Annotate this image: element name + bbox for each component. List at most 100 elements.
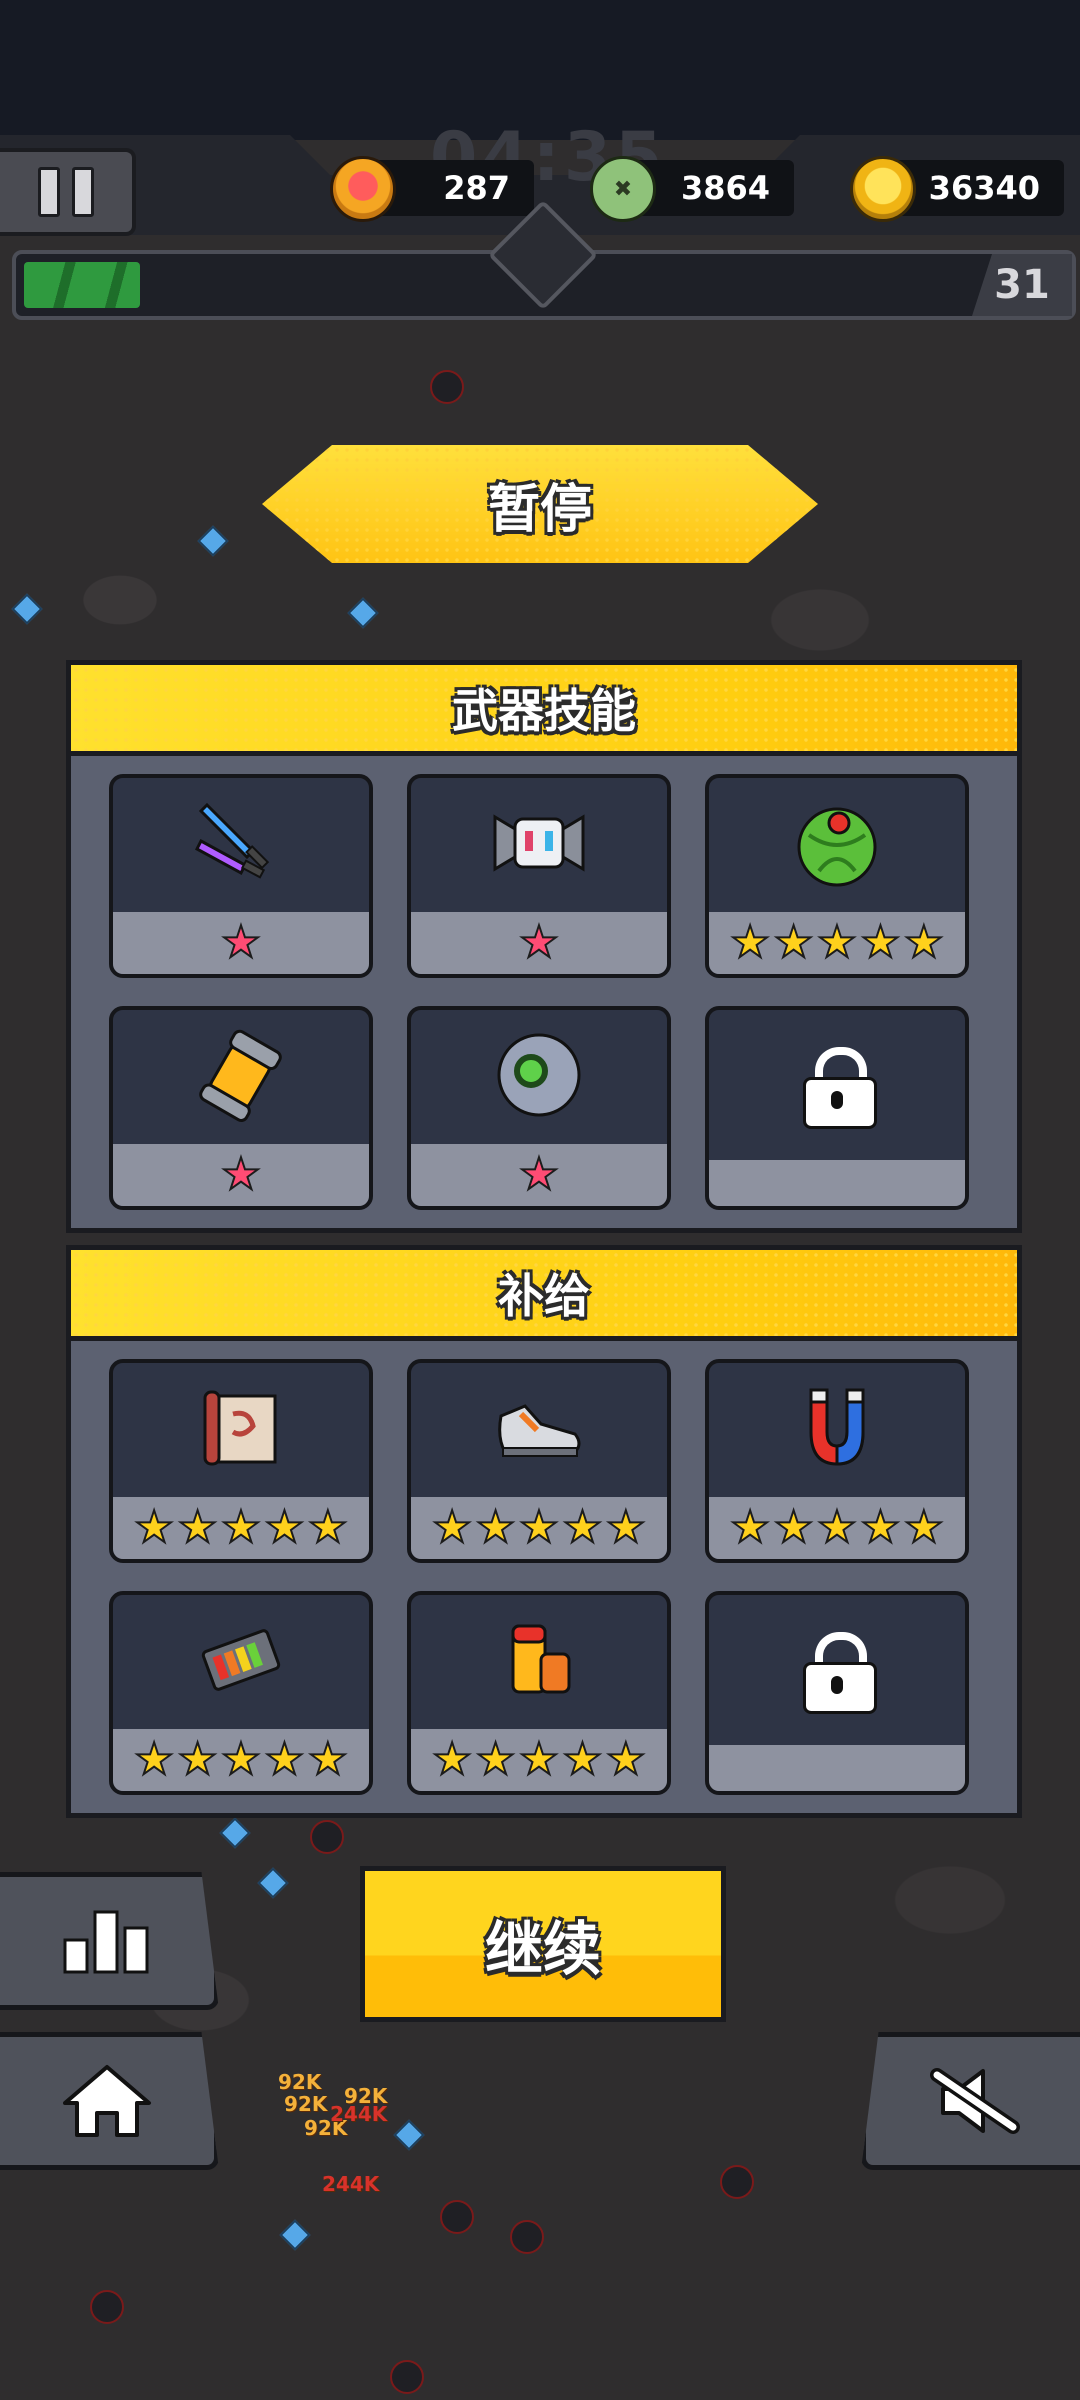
star-icon: ★ [605,1734,646,1785]
grey-orb-icon [411,1010,667,1140]
star-rating: ★ [411,912,667,974]
weapon-skill-slot[interactable]: ★ [109,774,373,978]
star-icon: ★ [729,1502,770,1553]
star-icon: ★ [562,1502,603,1553]
damage-number: 244K [330,2102,388,2126]
kill-value: 3864 [680,169,770,207]
star-icon: ★ [220,1502,261,1553]
supply-slot[interactable]: ★ ★ ★ ★ ★ [407,1591,671,1795]
supply-slot[interactable]: ★ ★ ★ ★ ★ [705,1359,969,1563]
damage-number: 92K [278,2070,322,2094]
damage-number: 92K [284,2092,328,2116]
supply-slot[interactable] [705,1591,969,1795]
star-icon: ★ [431,1734,472,1785]
star-icon: ★ [773,917,814,968]
battery-pack-icon [113,1595,369,1725]
star-icon: ★ [903,917,944,968]
fuel-canister-icon [113,1010,369,1140]
supplies-header: 补给 [71,1250,1017,1341]
star-icon: ★ [307,1502,348,1553]
coin-value: 36340 [928,169,1040,207]
star-icon: ★ [475,1502,516,1553]
enemy-sprite [510,2220,544,2254]
continue-button[interactable]: 继续 [360,1866,726,2022]
heart-icon [330,156,396,222]
pause-title-banner: 暂停 [262,445,818,563]
star-icon: ★ [220,1734,261,1785]
star-icon: ★ [307,1734,348,1785]
pause-icon [72,167,94,217]
star-rating [709,1745,965,1791]
stats-button[interactable] [0,1872,219,2010]
weapon-skills-title: 武器技能 [452,684,636,738]
star-rating: ★ [113,912,369,974]
green-ball-icon [709,778,965,908]
magnet-icon [709,1363,965,1493]
lock-icon [709,1595,965,1745]
enemy-sprite [90,2290,124,2324]
star-icon: ★ [177,1502,218,1553]
star-rating: ★ ★ ★ ★ ★ [411,1729,667,1791]
star-icon: ★ [605,1502,646,1553]
supply-slot[interactable]: ★ ★ ★ ★ ★ [109,1591,373,1795]
weapon-skills-panel: 武器技能 ★ ★ ★ ★ ★ ★ ★ ★ ★ [66,660,1022,1233]
enemy-sprite [310,1820,344,1854]
bar-chart-icon [63,1910,149,1974]
enemy-sprite [720,2165,754,2199]
star-icon: ★ [220,1149,261,1200]
star-icon: ★ [220,917,261,968]
energy-drink-icon [411,1595,667,1725]
supplies-panel: 补给 ★ ★ ★ ★ ★ ★ ★ ★ ★ ★ ★ ★ ★ ★ ★ ★ ★ ★ ★ ★ ★ ★ ★ ★ ★ [66,1245,1022,1818]
star-icon: ★ [264,1502,305,1553]
home-icon [63,2065,151,2137]
star-icon: ★ [860,1502,901,1553]
star-icon: ★ [903,1502,944,1553]
star-icon: ★ [177,1734,218,1785]
enemy-sprite [440,2200,474,2234]
dual-swords-icon [113,778,369,908]
lock-icon [709,1010,965,1160]
continue-label: 继续 [484,1915,601,1983]
star-rating: ★ ★ ★ ★ ★ [709,1497,965,1559]
weapon-skill-slot[interactable]: ★ [407,774,671,978]
star-rating: ★ [411,1144,667,1206]
weapon-skill-grid: ★ ★ ★ ★ ★ ★ ★ ★ ★ [71,756,1017,1228]
star-rating: ★ ★ ★ ★ ★ [709,912,965,974]
star-icon: ★ [518,1149,559,1200]
hp-value: 287 [443,169,510,207]
weapon-skill-slot[interactable]: ★ [407,1006,671,1210]
star-icon: ★ [562,1734,603,1785]
supply-slot[interactable]: ★ ★ ★ ★ ★ [407,1359,671,1563]
pause-button[interactable] [0,148,136,236]
star-icon: ★ [518,1502,559,1553]
star-rating: ★ [113,1144,369,1206]
star-icon: ★ [773,1502,814,1553]
xp-bar-fill [24,262,141,308]
zombie-skull-icon: ✖ [590,156,656,222]
supplies-title: 补给 [498,1269,590,1323]
star-rating: ★ ★ ★ ★ ★ [411,1497,667,1559]
pause-icon [38,167,60,217]
star-icon: ★ [729,917,770,968]
weapon-skill-slot[interactable]: ★ [109,1006,373,1210]
star-icon: ★ [133,1502,174,1553]
sound-toggle-button[interactable] [861,2032,1080,2170]
star-rating: ★ ★ ★ ★ ★ [113,1729,369,1791]
gold-coin-icon [850,156,916,222]
star-rating: ★ ★ ★ ★ ★ [113,1497,369,1559]
pause-title: 暂停 [487,479,592,540]
enemy-sprite [430,370,464,404]
scroll-icon [113,1363,369,1493]
star-icon: ★ [518,1734,559,1785]
weapon-skill-slot[interactable] [705,1006,969,1210]
star-icon: ★ [816,917,857,968]
robot-drone-icon [411,778,667,908]
home-button[interactable] [0,2032,219,2170]
kill-counter: ✖ 3864 [590,156,794,222]
weapon-skills-header: 武器技能 [71,665,1017,756]
weapon-skill-slot[interactable]: ★ ★ ★ ★ ★ [705,774,969,978]
supply-slot[interactable]: ★ ★ ★ ★ ★ [109,1359,373,1563]
coin-counter: 36340 [850,156,1064,222]
star-icon: ★ [475,1734,516,1785]
player-level: 31 [972,254,1072,316]
